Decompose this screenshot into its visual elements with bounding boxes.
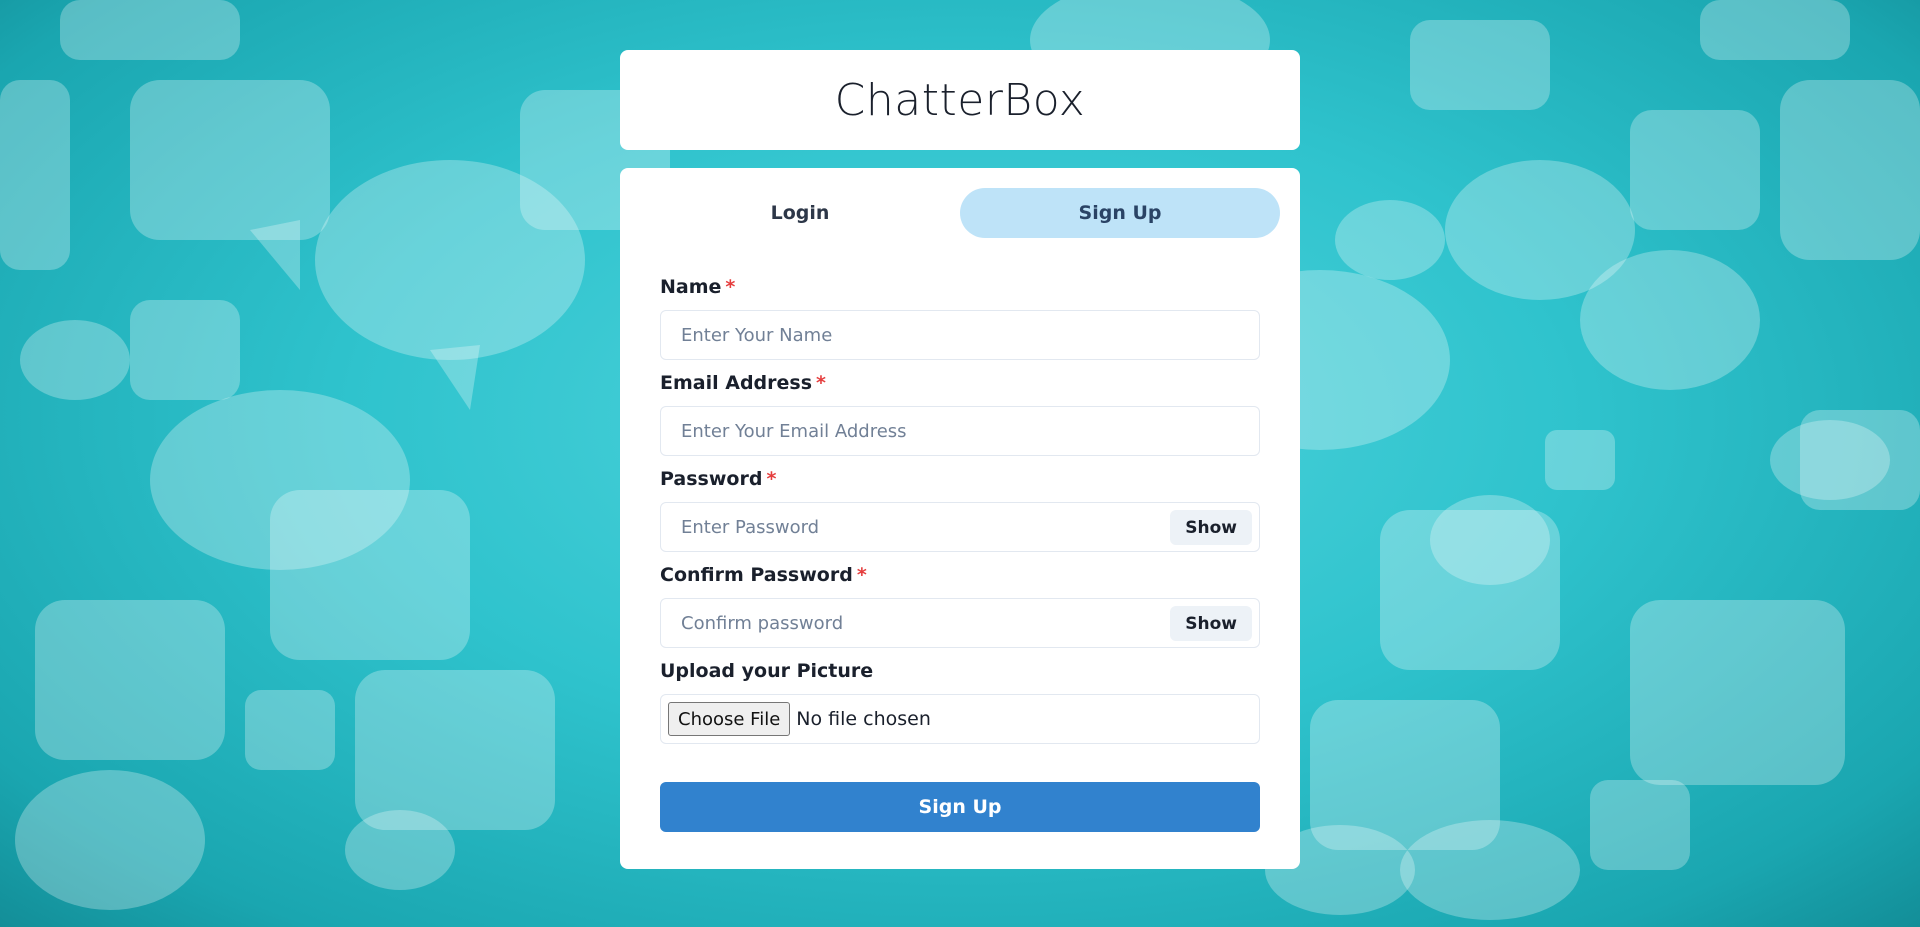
confirm-password-label: Confirm Password * (660, 564, 867, 586)
confirm-password-input-wrapper: Show (660, 598, 1260, 648)
confirm-password-field: Confirm Password * Show (660, 564, 1260, 648)
app-title: ChatterBox (834, 74, 1086, 126)
required-marker: * (856, 564, 867, 586)
file-input-wrapper: Choose File No file chosen (660, 694, 1260, 744)
required-marker: * (725, 276, 736, 298)
picture-field: Upload your Picture Choose File No file … (660, 660, 1260, 744)
auth-card: Login Sign Up Name* Email Address* Passw… (620, 168, 1300, 869)
tab-sign-up[interactable]: Sign Up (960, 188, 1280, 238)
name-label: Name * (660, 276, 736, 298)
signup-form: Name* Email Address* Password* Show (640, 276, 1280, 832)
name-input[interactable] (661, 311, 1259, 359)
password-label: Password * (660, 468, 777, 490)
show-confirm-password-button[interactable]: Show (1170, 606, 1252, 641)
file-status: No file chosen (796, 708, 931, 730)
required-marker: * (766, 468, 777, 490)
email-field: Email Address * (660, 372, 1260, 456)
sign-up-submit-button[interactable]: Sign Up (660, 782, 1260, 832)
email-input[interactable] (661, 407, 1259, 455)
signup-container: ChatterBox Login Sign Up Name* Email Add… (620, 50, 1300, 869)
picture-label: Upload your Picture (660, 660, 874, 682)
tab-login[interactable]: Login (640, 188, 960, 238)
name-field: Name * (660, 276, 1260, 360)
email-label: Email Address * (660, 372, 826, 394)
password-field: Password * Show (660, 468, 1260, 552)
name-input-wrapper (660, 310, 1260, 360)
show-password-button[interactable]: Show (1170, 510, 1252, 545)
required-marker: * (816, 372, 826, 394)
auth-tabs: Login Sign Up (640, 188, 1280, 238)
password-input-wrapper: Show (660, 502, 1260, 552)
choose-file-button[interactable]: Choose File (668, 702, 791, 736)
header-card: ChatterBox (620, 50, 1300, 150)
email-input-wrapper (660, 406, 1260, 456)
